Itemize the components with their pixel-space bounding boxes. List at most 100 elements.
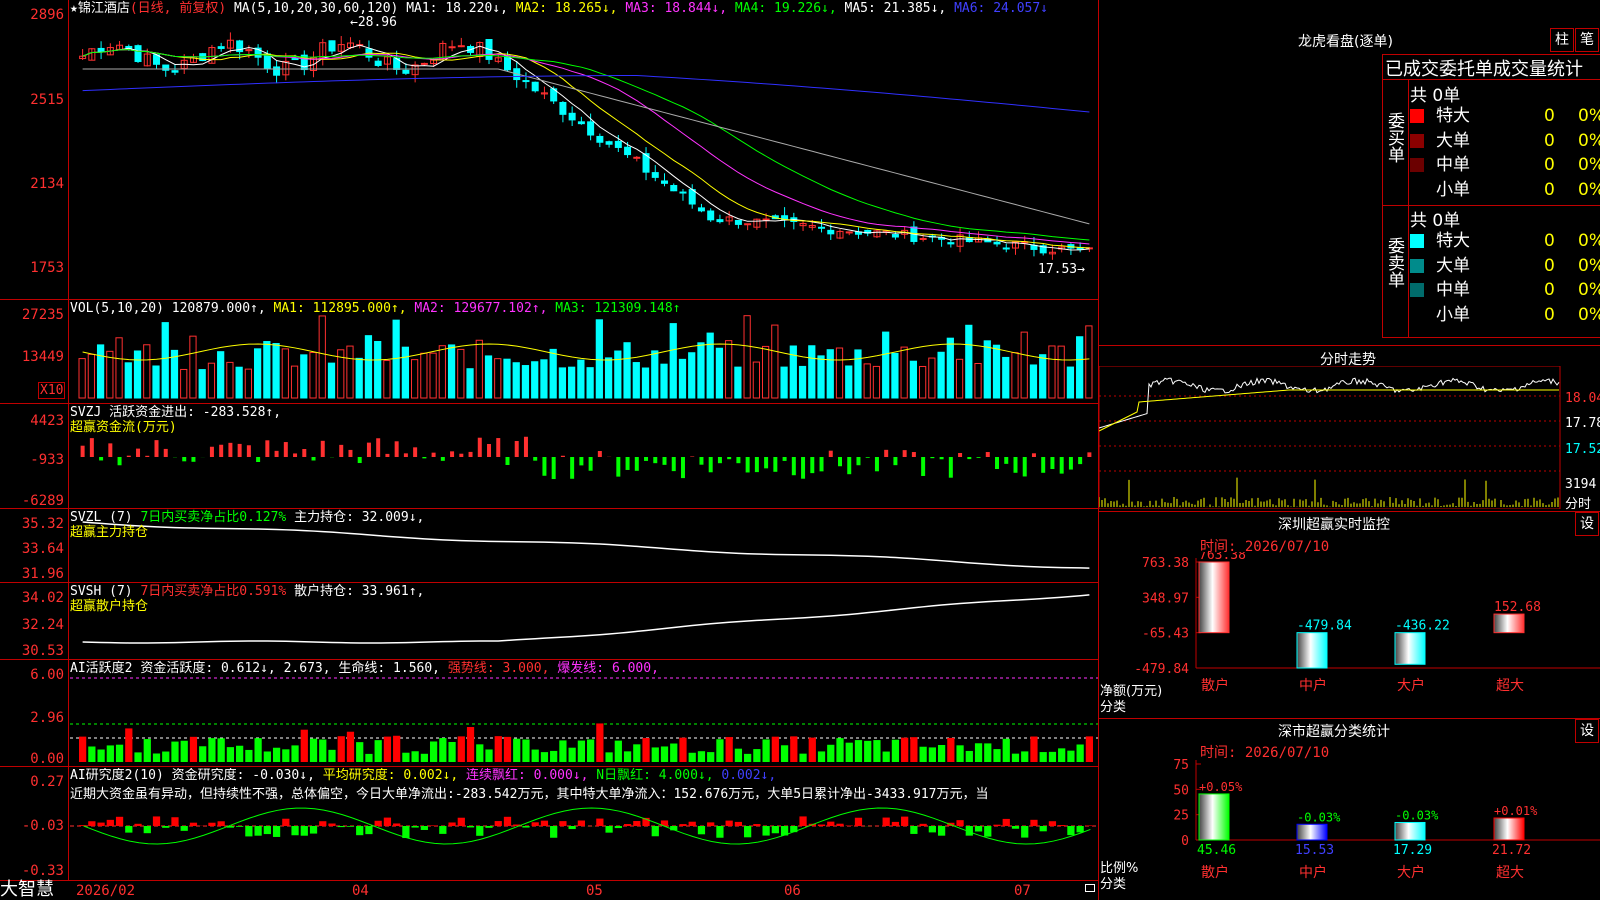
classify-top <box>1099 718 1600 719</box>
svsh-hold: 散户持仓: 33.961↑, <box>294 584 425 599</box>
monitor-xlabel: 分类 <box>1100 700 1127 715</box>
order-count: 0 <box>1544 231 1555 251</box>
color-swatch <box>1410 133 1424 148</box>
ai-active-val2: 2.673, <box>283 661 331 676</box>
btn-zhu[interactable]: 柱 <box>1550 28 1574 52</box>
monitor-title: 深圳超赢实时监控 <box>1278 517 1390 533</box>
order-type: 特大 <box>1436 106 1470 126</box>
order-type: 特大 <box>1436 231 1470 251</box>
main-chart-canvas[interactable] <box>0 0 1098 900</box>
ma-line-10 <box>82 49 1090 249</box>
vol-label: VOL(5,10,20) <box>70 301 164 316</box>
bar-category: 大户 <box>1397 864 1425 881</box>
buy-row: 小单 0 0% <box>1410 178 1600 202</box>
axis-tick: 75 <box>1173 758 1189 773</box>
bar-value: -479.84 <box>1297 619 1352 634</box>
research-avg: 平均研究度: 0.002↓, <box>322 768 459 783</box>
svzj-label: SVZJ 活跃资金进出: -283.528↑, <box>70 405 282 420</box>
ma-line-30 <box>82 49 1090 241</box>
vol-axis-2: 13449 <box>21 349 64 365</box>
svzj-legend: SVZJ 活跃资金进出: -283.528↑, 超赢资金流(万元) <box>70 405 281 435</box>
research-label: AI研究度2(10) <box>70 768 164 783</box>
order-count: 0 <box>1544 130 1555 151</box>
vol-unit: X10 <box>38 382 66 399</box>
bar-value: 152.68 <box>1494 600 1541 615</box>
sell-row: 特大 0 0% <box>1410 229 1600 253</box>
classify-settings-button[interactable]: 设 <box>1575 719 1599 743</box>
monitor-settings-button[interactable]: 设 <box>1575 512 1599 536</box>
order-count: 0 <box>1544 106 1555 126</box>
time-label-jun: 06 <box>784 883 801 899</box>
order-type: 大单 <box>1436 255 1470 276</box>
monitor-top <box>1099 511 1600 512</box>
bar-delta: -0.03% <box>1297 810 1341 824</box>
order-pct: 0% <box>1578 106 1600 126</box>
svsh-axis-3: 30.53 <box>21 643 64 659</box>
svzl-axis-3: 31.96 <box>21 566 64 582</box>
ai-active-bars <box>79 723 1093 762</box>
axis-tick: 348.97 <box>1142 591 1189 606</box>
dragon-header-line <box>1382 79 1600 80</box>
svsh-axis-1: 34.02 <box>21 590 64 606</box>
color-swatch <box>1410 307 1424 322</box>
time-label-jul: 07 <box>1014 883 1031 899</box>
svzl-axis-2: 33.64 <box>21 541 64 557</box>
research-axis-3: -0.33 <box>21 863 64 879</box>
ai-axis-1: 6.00 <box>30 667 64 683</box>
dragon-frame-left <box>1382 54 1383 338</box>
ai-life-line: 生命线: 1.560, <box>338 661 441 676</box>
order-pct: 0% <box>1578 179 1600 200</box>
classify-chart: 75 50 25 0 45.46 +0.05% 散户 15.53 -0.03% 中户 17.29 -0… <box>1173 758 1600 881</box>
order-count: 0 <box>1544 155 1555 175</box>
bar-value: 45.46 <box>1197 843 1236 858</box>
sell-total: 共 0单 <box>1410 211 1461 231</box>
research-axis-2: -0.03 <box>21 818 64 834</box>
sell-row: 大单 0 0% <box>1410 254 1600 278</box>
svzl-label: SVZL (7) <box>70 510 133 525</box>
bar-大户 <box>1394 632 1426 665</box>
ai-research-bars <box>79 816 1093 839</box>
bar-中户 <box>1296 823 1328 841</box>
axis-tick: 763.38 <box>1142 556 1189 571</box>
star-icon: ★ <box>70 1 78 16</box>
monitor-chart: 763.38 348.97 -65.43 -479.84 763.38 散户 -479.84… <box>1134 552 1600 694</box>
bar-category: 超大 <box>1496 678 1524 694</box>
bar-category: 散户 <box>1201 864 1229 881</box>
ma5-value: MA5: 21.385↓, <box>844 1 947 16</box>
vol-ma1: MA1: 112895.000↑, <box>273 301 407 316</box>
stock-period: (日线, 前复权) <box>129 1 227 16</box>
order-count: 0 <box>1544 179 1555 200</box>
order-count: 0 <box>1544 304 1555 325</box>
bar-delta: +0.01% <box>1494 804 1538 818</box>
vol-axis-1: 27235 <box>21 307 64 323</box>
stock-name[interactable]: 锦江酒店 <box>78 1 130 16</box>
ai-active-label: AI活跃度2 <box>70 661 133 676</box>
order-type: 中单 <box>1436 155 1470 175</box>
order-type: 大单 <box>1436 130 1470 151</box>
bar-value: 17.29 <box>1393 843 1432 858</box>
bar-category: 中户 <box>1299 677 1327 694</box>
research-axis-1: 0.27 <box>30 774 64 790</box>
btn-bi[interactable]: 笔 <box>1575 28 1599 52</box>
order-pct: 0% <box>1578 255 1600 276</box>
research-last: 0.002↓, <box>721 768 777 783</box>
order-type: 小单 <box>1436 179 1470 200</box>
color-swatch <box>1410 158 1424 172</box>
bar-category: 中户 <box>1299 864 1327 881</box>
svsh-legend: SVSH (7) 7日内买卖净占比0.591% 散户持仓: 33.961↑, 超… <box>70 584 424 614</box>
svzl-ratio: 7日内买卖净占比0.127% <box>140 510 287 525</box>
classify-title: 深市超赢分类统计 <box>1278 724 1390 740</box>
order-type: 中单 <box>1436 280 1470 300</box>
ma-label: MA(5,10,20,30,60,120) <box>233 1 399 16</box>
ma-line-20 <box>82 49 1090 245</box>
low-price-mark: 17.53→ <box>1038 262 1085 277</box>
sell-label: 委卖单 <box>1384 237 1404 288</box>
order-pct: 0% <box>1578 304 1600 325</box>
bar-散户 <box>1198 793 1230 841</box>
buy-label: 委买单 <box>1384 112 1404 163</box>
axis-tick: 0 <box>1181 834 1189 849</box>
lock-icon[interactable] <box>1085 884 1095 892</box>
intraday-chart[interactable] <box>1099 366 1600 509</box>
ma1-value: MA1: 18.220↓, <box>406 1 508 16</box>
ma6-value: MA6: 24.057↓ <box>954 1 1048 16</box>
